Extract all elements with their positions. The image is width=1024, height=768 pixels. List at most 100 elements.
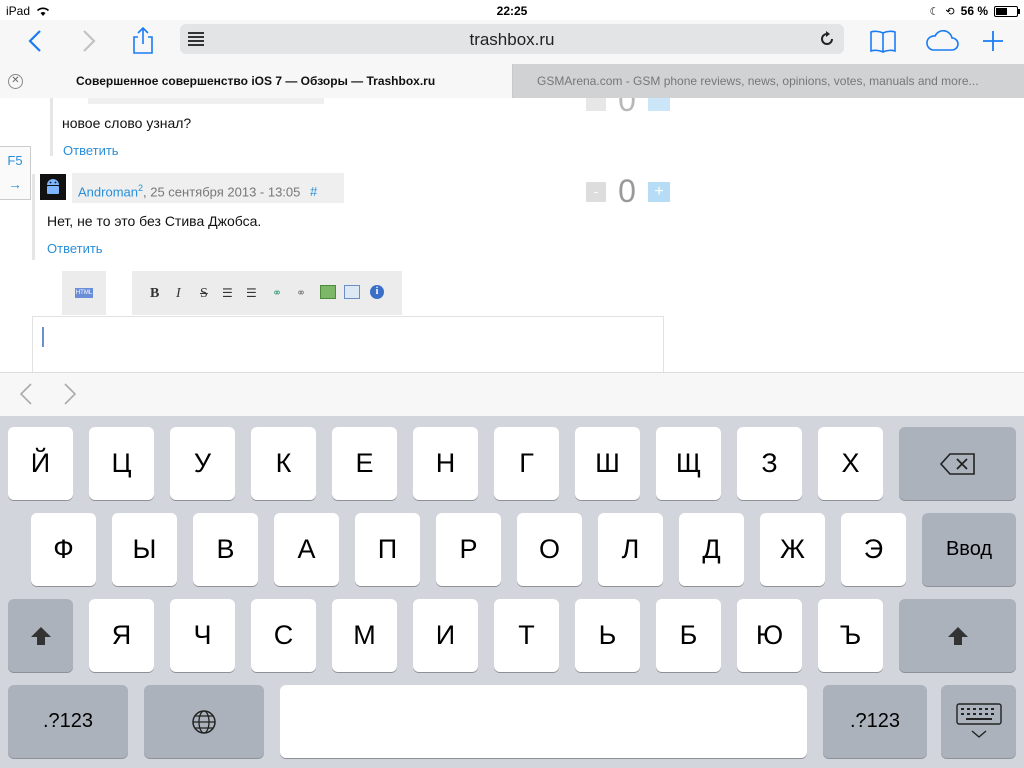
previous-field-button[interactable] <box>19 383 32 412</box>
editor-toolbar: B I S ☰ ☰ ⚭ ⚭ i <box>132 271 402 315</box>
key[interactable]: Щ <box>656 427 721 500</box>
shift-icon <box>30 626 51 645</box>
vote-minus-button[interactable]: - <box>586 181 606 202</box>
book-icon <box>870 30 896 53</box>
key[interactable]: Й <box>8 427 73 500</box>
key[interactable]: Л <box>598 513 663 586</box>
address-bar[interactable]: trashbox.ru <box>180 24 844 54</box>
comment-vote: 0 <box>586 98 670 119</box>
new-tab-button[interactable] <box>976 24 1010 58</box>
video-icon[interactable] <box>344 285 360 299</box>
vote-score: 0 <box>618 173 636 209</box>
tab-trashbox[interactable]: ✕ Совершенное совершенство iOS 7 — Обзор… <box>0 64 512 98</box>
reload-icon[interactable] <box>818 30 836 48</box>
tab-title: Совершенное совершенство iOS 7 — Обзоры … <box>76 74 436 88</box>
hide-keyboard-key[interactable] <box>941 685 1016 758</box>
tab-bar: ✕ Совершенное совершенство iOS 7 — Обзор… <box>0 64 1024 99</box>
html-mode-button[interactable]: HTML <box>75 288 93 298</box>
bold-icon[interactable]: B <box>150 286 159 302</box>
comment-text: Нет, не то это без Стива Джобса. <box>47 213 262 229</box>
key[interactable]: В <box>193 513 258 586</box>
thread-line <box>50 98 53 156</box>
strikethrough-icon[interactable]: S <box>200 286 208 302</box>
avatar[interactable] <box>40 174 66 200</box>
enter-key[interactable]: Ввод <box>922 513 1016 586</box>
key[interactable]: Х <box>818 427 883 500</box>
globe-icon <box>192 709 216 734</box>
numbers-key-right[interactable]: .?123 <box>823 685 927 758</box>
key[interactable]: Ю <box>737 599 802 672</box>
tab-title: GSMArena.com - GSM phone reviews, news, … <box>537 74 979 88</box>
key[interactable]: Ф <box>31 513 96 586</box>
keyboard-dismiss-icon <box>955 702 1002 738</box>
unordered-list-icon[interactable]: ☰ <box>246 286 257 301</box>
comment-date: , 25 сентября 2013 - 13:05 <box>143 184 301 200</box>
refresh-comments-button[interactable]: F5 → <box>0 146 31 200</box>
key[interactable]: Г <box>494 427 559 500</box>
comment-author[interactable]: Androman <box>78 184 138 199</box>
browser-toolbar: trashbox.ru <box>0 20 1024 64</box>
link-icon[interactable]: ⚭ <box>272 286 282 301</box>
shift-key-right[interactable] <box>899 599 1016 672</box>
onscreen-keyboard: Й Ц У К Е Н Г Ш Щ З Х Ф Ы В А П Р О Л Д … <box>0 416 1024 768</box>
key[interactable]: С <box>251 599 316 672</box>
shift-key-left[interactable] <box>8 599 73 672</box>
vote-plus-button[interactable]: + <box>648 181 670 202</box>
tab-gsmarena[interactable]: GSMArena.com - GSM phone reviews, news, … <box>513 64 1024 98</box>
icloud-tabs-button[interactable] <box>921 24 963 58</box>
key[interactable]: Е <box>332 427 397 500</box>
comment-text: новое слово узнал? <box>62 115 192 131</box>
key[interactable]: Ц <box>89 427 154 500</box>
key[interactable]: Ж <box>760 513 825 586</box>
vote-plus-button[interactable] <box>648 98 670 111</box>
numbers-key-left[interactable]: .?123 <box>8 685 128 758</box>
vote-minus-button[interactable] <box>586 98 606 111</box>
web-page: 0 новое слово узнал? Ответить F5 → Andro… <box>0 98 1024 372</box>
key[interactable]: А <box>274 513 339 586</box>
share-icon <box>133 27 153 54</box>
key[interactable]: Б <box>656 599 721 672</box>
chevron-right-icon <box>64 383 77 405</box>
key[interactable]: К <box>251 427 316 500</box>
backspace-key[interactable] <box>899 427 1016 500</box>
info-icon[interactable]: i <box>370 285 384 299</box>
italic-icon[interactable]: I <box>176 286 181 302</box>
forward-button[interactable] <box>72 24 106 58</box>
ordered-list-icon[interactable]: ☰ <box>222 286 233 301</box>
key[interactable]: У <box>170 427 235 500</box>
bookmarks-button[interactable] <box>866 24 900 58</box>
key[interactable]: Д <box>679 513 744 586</box>
language-key[interactable] <box>144 685 264 758</box>
image-icon[interactable] <box>320 285 336 299</box>
key[interactable]: Т <box>494 599 559 672</box>
battery-icon <box>994 5 1020 17</box>
key[interactable]: И <box>413 599 478 672</box>
vote-score: 0 <box>618 98 636 118</box>
next-field-button[interactable] <box>64 383 77 412</box>
share-button[interactable] <box>126 24 160 58</box>
key[interactable]: Ы <box>112 513 177 586</box>
key[interactable]: Ъ <box>818 599 883 672</box>
comment-header <box>88 98 324 104</box>
close-tab-icon[interactable]: ✕ <box>8 74 23 89</box>
unlink-icon[interactable]: ⚭ <box>296 286 306 301</box>
form-navigation-bar <box>0 372 1024 417</box>
key[interactable]: П <box>355 513 420 586</box>
comment-permalink[interactable]: # <box>310 184 317 199</box>
key[interactable]: Э <box>841 513 906 586</box>
comment-editor[interactable] <box>32 316 664 372</box>
key[interactable]: Я <box>89 599 154 672</box>
key[interactable]: Ч <box>170 599 235 672</box>
key[interactable]: Ь <box>575 599 640 672</box>
space-key[interactable] <box>280 685 807 758</box>
key[interactable]: Ш <box>575 427 640 500</box>
chevron-left-icon <box>19 383 32 405</box>
reply-link[interactable]: Ответить <box>47 241 103 256</box>
key[interactable]: М <box>332 599 397 672</box>
back-button[interactable] <box>18 24 52 58</box>
key[interactable]: Н <box>413 427 478 500</box>
key[interactable]: З <box>737 427 802 500</box>
key[interactable]: О <box>517 513 582 586</box>
key[interactable]: Р <box>436 513 501 586</box>
reply-link[interactable]: Ответить <box>63 143 119 158</box>
